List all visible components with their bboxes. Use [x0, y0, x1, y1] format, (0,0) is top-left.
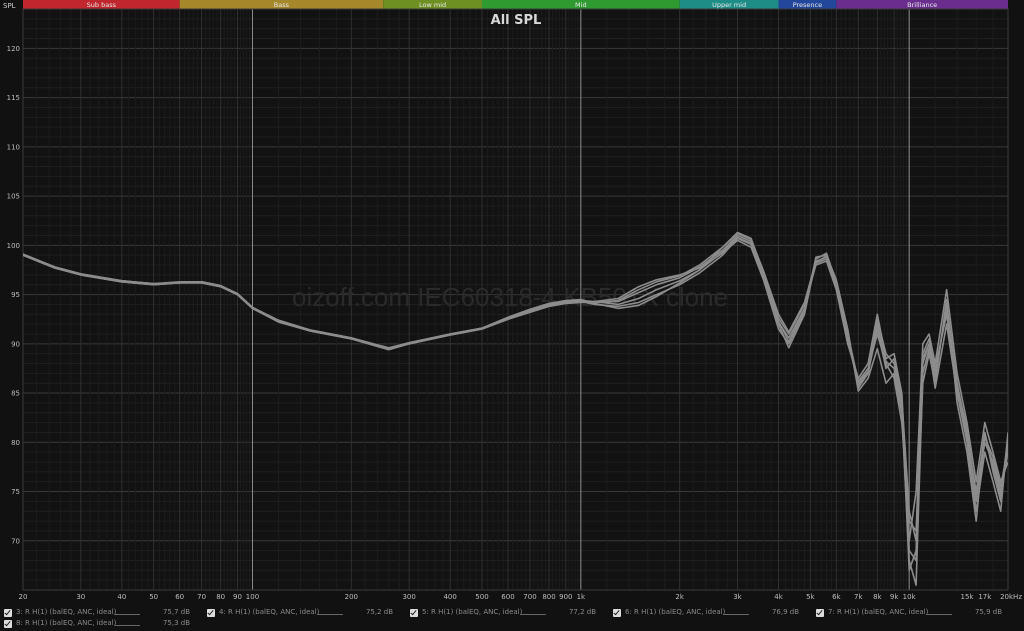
x-tick-label: 600: [501, 593, 514, 601]
legend-label: 4: R H(1) (balEQ, ANC, ideal): [219, 608, 320, 616]
band-label: Brilliance: [907, 1, 937, 9]
y-tick-label: 110: [7, 143, 20, 151]
legend-value: 77,2 dB: [568, 608, 596, 616]
band-label: Sub bass: [87, 1, 117, 9]
x-tick-label: 800: [542, 593, 555, 601]
y-tick-labels: 70 75 80 85 90 95 100 105 110 115 120: [7, 45, 20, 545]
legend-value: 75,7 dB: [162, 608, 190, 616]
legend-checkbox[interactable]: [613, 609, 621, 617]
band-label: Presence: [793, 1, 822, 9]
legend-checkbox[interactable]: [4, 609, 12, 617]
legend-checkbox[interactable]: [207, 609, 215, 617]
legend-label: 3: R H(1) (balEQ, ANC, ideal): [16, 608, 117, 616]
x-tick-label: 1k: [577, 593, 586, 601]
y-tick-label: 115: [7, 94, 20, 102]
band-label: Bass: [274, 1, 290, 9]
legend-line-swatch: [317, 614, 343, 615]
x-tick-label: 80: [216, 593, 225, 601]
x-tick-label: 30: [76, 593, 85, 601]
legend-item[interactable]: 8: R H(1) (balEQ, ANC, ideal) 75,3 dB: [4, 619, 204, 631]
x-tick-labels: 20 30 40 50 60 70 80 90 100 200 300 400 500 600 700 800…: [19, 593, 1023, 601]
legend-label: 7: R H(1) (balEQ, ANC, ideal): [828, 608, 929, 616]
y-tick-label: 85: [11, 390, 20, 398]
legend-item[interactable]: 4: R H(1) (balEQ, ANC, ideal) 75,2 dB: [207, 608, 407, 620]
legend-checkbox[interactable]: [816, 609, 824, 617]
x-tick-label: 10k: [903, 593, 917, 601]
legend-line-swatch: [520, 614, 546, 615]
chart-title: All SPL: [491, 13, 542, 28]
legend-item[interactable]: 7: R H(1) (balEQ, ANC, ideal) 75,9 dB: [816, 608, 1016, 620]
legend-line-swatch: [114, 614, 140, 615]
x-tick-label: 15k: [960, 593, 974, 601]
y-tick-label: 105: [7, 193, 20, 201]
legend-value: 75,3 dB: [162, 619, 190, 627]
legend-value: 75,9 dB: [974, 608, 1002, 616]
legend-line-swatch: [114, 625, 140, 626]
legend-item[interactable]: 6: R H(1) (balEQ, ANC, ideal) 76,9 dB: [613, 608, 813, 620]
x-tick-label: 300: [402, 593, 415, 601]
legend-line-swatch: [926, 614, 952, 615]
x-tick-label: 60: [175, 593, 184, 601]
y-tick-label: 75: [11, 488, 20, 496]
x-tick-label: 5k: [806, 593, 815, 601]
y-tick-label: 80: [11, 439, 20, 447]
x-tick-label: 70: [197, 593, 206, 601]
band-label: Upper mid: [712, 1, 746, 9]
legend-checkbox[interactable]: [4, 620, 12, 628]
y-axis-label: SPL: [3, 2, 16, 10]
x-tick-label: 100: [246, 593, 259, 601]
legend-value: 76,9 dB: [771, 608, 799, 616]
legend-label: 5: R H(1) (balEQ, ANC, ideal): [422, 608, 523, 616]
x-tick-label: 3k: [733, 593, 742, 601]
y-tick-label: 90: [11, 340, 20, 348]
x-tick-label: 7k: [854, 593, 863, 601]
frequency-bands: Sub bass Bass Low mid Mid Upper mid Presence B…: [23, 0, 1008, 9]
y-tick-label: 95: [11, 291, 20, 299]
y-tick-label: 120: [7, 45, 20, 53]
x-tick-label: 40: [117, 593, 126, 601]
legend-value: 75,2 dB: [365, 608, 393, 616]
x-tick-label: 17k: [978, 593, 992, 601]
x-tick-label: 20: [19, 593, 28, 601]
legend-label: 6: R H(1) (balEQ, ANC, ideal): [625, 608, 726, 616]
chart-watermark: oizoff.com IEC60318-4 KB501X clone: [292, 282, 728, 312]
x-tick-label: 500: [475, 593, 488, 601]
band-label: Mid: [575, 1, 587, 9]
y-tick-label: 70: [11, 537, 20, 545]
frequency-response-chart: Sub bass Bass Low mid Mid Upper mid Presence B…: [3, 0, 1023, 601]
x-tick-label: 700: [523, 593, 536, 601]
legend-line-swatch: [723, 614, 749, 615]
x-tick-label: 9k: [890, 593, 899, 601]
legend-checkbox[interactable]: [410, 609, 418, 617]
x-tick-label: 900: [559, 593, 572, 601]
legend-item[interactable]: 5: R H(1) (balEQ, ANC, ideal) 77,2 dB: [410, 608, 610, 620]
band-label: Low mid: [419, 1, 446, 9]
y-tick-label: 100: [7, 242, 20, 250]
x-tick-label: 400: [443, 593, 456, 601]
x-tick-label: 2k: [675, 593, 684, 601]
x-tick-label: 90: [233, 593, 242, 601]
legend-label: 8: R H(1) (balEQ, ANC, ideal): [16, 619, 117, 627]
x-tick-label: 200: [345, 593, 358, 601]
x-tick-label: 20kHz: [1000, 593, 1022, 601]
legend: 3: R H(1) (balEQ, ANC, ideal) 75,7 dB 4:…: [0, 604, 1024, 631]
x-tick-label: 6k: [832, 593, 841, 601]
x-tick-label: 4k: [774, 593, 783, 601]
x-tick-label: 8k: [873, 593, 882, 601]
x-tick-label: 50: [149, 593, 158, 601]
